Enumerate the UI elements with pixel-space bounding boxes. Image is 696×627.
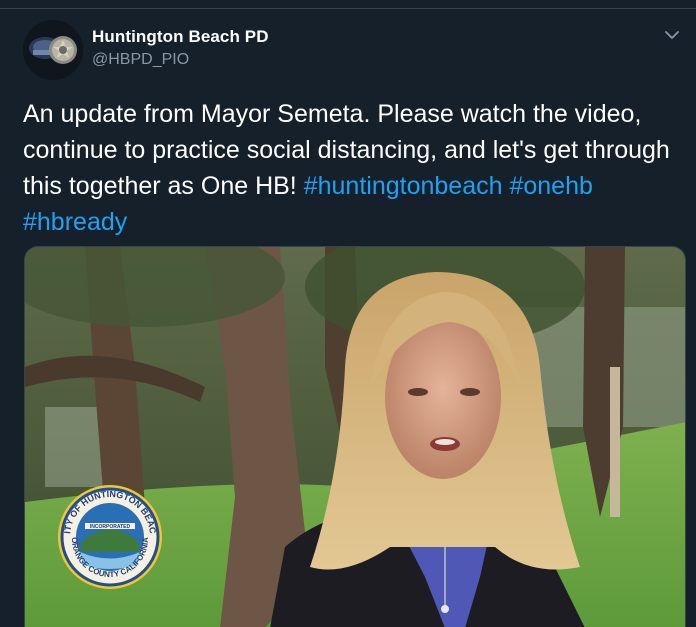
top-divider: [0, 0, 696, 9]
seal-bottom-text: ORANGE COUNTY CALIFORNIA: [70, 537, 150, 579]
video-thumbnail[interactable]: CITY OF HUNTINGTON BEACH ORANGE COUNTY C…: [24, 246, 686, 627]
hashtag-hbready[interactable]: #hbready: [23, 208, 127, 236]
display-name[interactable]: Huntington Beach PD: [92, 27, 269, 47]
seal-top-text: CITY OF HUNTINGTON BEACH: [25, 247, 158, 535]
police-badge-icon: [23, 20, 83, 80]
svg-text:CITY OF HUNTINGTON BEACH: CITY OF HUNTINGTON BEACH: [25, 247, 158, 535]
seal-inner-text: INCORPORATED: [90, 524, 131, 530]
hashtag-onehb[interactable]: #onehb: [509, 172, 592, 200]
user-handle[interactable]: @HBPD_PIO: [92, 51, 189, 69]
svg-text:ORANGE COUNTY CALIFORNIA: ORANGE COUNTY CALIFORNIA: [70, 537, 150, 579]
city-seal-text: CITY OF HUNTINGTON BEACH ORANGE COUNTY C…: [25, 247, 158, 579]
tweet-text: An update from Mayor Semeta. Please watc…: [23, 96, 673, 240]
avatar[interactable]: [23, 20, 83, 80]
chevron-down-icon: [665, 31, 679, 39]
tweet-card[interactable]: Huntington Beach PD @HBPD_PIO An update …: [0, 10, 696, 627]
more-options-button[interactable]: [662, 25, 682, 45]
hashtag-huntingtonbeach[interactable]: #huntingtonbeach: [304, 172, 503, 200]
